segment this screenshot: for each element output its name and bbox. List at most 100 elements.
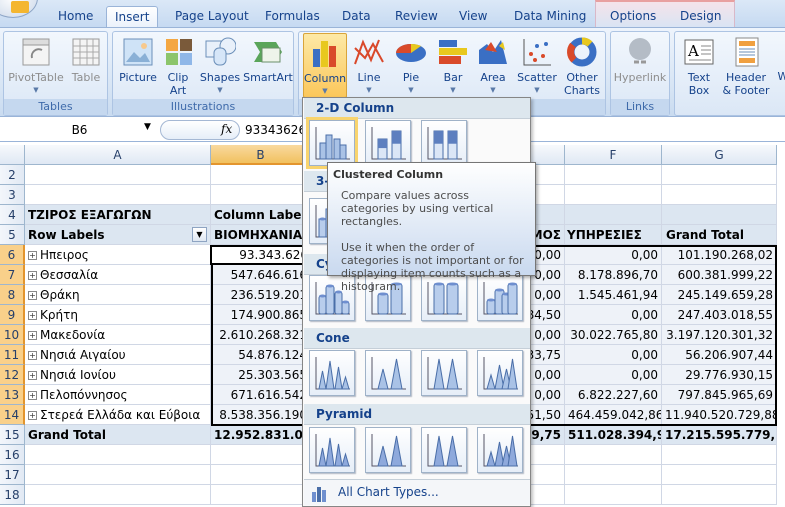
tab-design[interactable]: Design — [672, 6, 729, 28]
row-labels-filter-dropdown[interactable]: ▼ — [192, 227, 207, 242]
tab-data-mining[interactable]: Data Mining — [506, 6, 594, 28]
office-button[interactable] — [0, 0, 38, 18]
cell-g[interactable] — [662, 485, 777, 505]
cell-a[interactable]: + Πελοπόννησος — [25, 385, 211, 405]
chart-type-bar-2[interactable] — [365, 120, 411, 166]
cell-b[interactable] — [211, 185, 311, 205]
row-header[interactable]: 7 — [0, 265, 25, 285]
cell-g[interactable]: 17.215.595.779,55 — [662, 425, 777, 445]
cell-a[interactable] — [25, 465, 211, 485]
row-header[interactable]: 12 — [0, 365, 25, 385]
active-cell-b6[interactable]: 93.343.626 — [210, 245, 311, 265]
cell-f[interactable] — [565, 165, 662, 185]
clip-art-button[interactable]: Clip Art — [163, 36, 193, 101]
chart-type-cone-3[interactable] — [421, 350, 467, 396]
column-header-b[interactable]: B — [211, 145, 311, 165]
cell-g[interactable] — [662, 185, 777, 205]
chart-type-pyr-1[interactable] — [309, 427, 355, 473]
cell-b[interactable]: Column Labels — [211, 205, 311, 225]
expand-icon[interactable]: + — [28, 391, 37, 400]
row-header[interactable]: 5 — [0, 225, 25, 245]
tab-review[interactable]: Review — [387, 6, 446, 28]
cell-a[interactable]: + Κρήτη — [25, 305, 211, 325]
cell-b[interactable]: ΒΙΟΜΗΧΑΝΙΑ — [211, 225, 311, 245]
column-header-f[interactable]: F — [565, 145, 662, 165]
row-header[interactable]: 10 — [0, 325, 25, 345]
chart-type-pyr-4[interactable] — [477, 427, 523, 473]
expand-icon[interactable]: + — [28, 351, 37, 360]
cell-g[interactable] — [662, 465, 777, 485]
shapes-button[interactable]: Shapes ▼ — [199, 36, 241, 101]
cell-b[interactable] — [211, 445, 311, 465]
tab-options[interactable]: Options — [602, 6, 664, 28]
row-header[interactable]: 15 — [0, 425, 25, 445]
tab-view[interactable]: View — [451, 6, 495, 28]
cell-a[interactable]: + Θεσσαλία — [25, 265, 211, 285]
formula-input[interactable]: 93343626 — [245, 121, 306, 139]
insert-function-button[interactable]: fx — [221, 122, 232, 136]
row-header[interactable]: 4 — [0, 205, 25, 225]
expand-icon[interactable]: + — [28, 331, 37, 340]
expand-icon[interactable]: + — [28, 411, 37, 420]
cell-f[interactable] — [565, 205, 662, 225]
column-header-g[interactable]: G — [662, 145, 777, 165]
cell-b[interactable] — [211, 485, 311, 505]
cell-a[interactable]: + Μακεδονία — [25, 325, 211, 345]
chart-type-cone-4[interactable] — [477, 350, 523, 396]
row-header[interactable]: 9 — [0, 305, 25, 325]
cell-a[interactable]: + Ηπειρος — [25, 245, 211, 265]
column-header-a[interactable]: A — [25, 145, 211, 165]
expand-icon[interactable]: + — [28, 291, 37, 300]
cell-f[interactable] — [565, 445, 662, 465]
scatter-chart-button[interactable]: Scatter ▼ — [515, 36, 559, 101]
cell-f[interactable]: 511.028.394,90 — [565, 425, 662, 445]
row-header[interactable]: 13 — [0, 385, 25, 405]
cell-f[interactable] — [565, 485, 662, 505]
name-box-dropdown-icon[interactable]: ▼ — [144, 122, 151, 132]
row-header[interactable]: 8 — [0, 285, 25, 305]
pie-chart-button[interactable]: Pie ▼ — [393, 36, 429, 101]
other-charts-button[interactable]: Other Charts ▼ — [561, 36, 603, 109]
cell-a[interactable] — [25, 445, 211, 465]
expand-icon[interactable]: + — [28, 371, 37, 380]
select-all-button[interactable] — [0, 145, 25, 165]
cell-a[interactable] — [25, 165, 211, 185]
table-button[interactable]: Table — [68, 36, 104, 101]
row-header[interactable]: 17 — [0, 465, 25, 485]
expand-icon[interactable]: + — [28, 311, 37, 320]
cell-a[interactable]: + Θράκη — [25, 285, 211, 305]
cell-a[interactable]: Grand Total — [25, 425, 211, 445]
cell-f[interactable] — [565, 185, 662, 205]
name-box[interactable]: B6 — [2, 121, 157, 139]
all-chart-types-item[interactable]: All Chart Types... — [304, 479, 530, 505]
cell-g[interactable] — [662, 205, 777, 225]
row-header[interactable]: 2 — [0, 165, 25, 185]
row-header[interactable]: 3 — [0, 185, 25, 205]
chart-type-pyr-2[interactable] — [365, 427, 411, 473]
cell-f[interactable] — [565, 465, 662, 485]
row-header[interactable]: 14 — [0, 405, 25, 425]
chart-type-cone-1[interactable] — [309, 350, 355, 396]
smartart-button[interactable]: SmartArt — [243, 36, 293, 101]
cell-b[interactable] — [211, 465, 311, 485]
hyperlink-button[interactable]: Hyperlink — [613, 36, 667, 101]
chart-type-cone-2[interactable] — [365, 350, 411, 396]
tab-formulas[interactable]: Formulas — [257, 6, 328, 28]
tab-data[interactable]: Data — [334, 6, 379, 28]
cell-a[interactable]: + Νησιά Ιονίου — [25, 365, 211, 385]
chart-type-bar-3[interactable] — [421, 120, 467, 166]
tab-insert[interactable]: Insert — [106, 6, 159, 28]
cell-a[interactable] — [25, 185, 211, 205]
expand-icon[interactable]: + — [28, 251, 37, 260]
cell-f[interactable]: ΥΠΗΡΕΣΙΕΣ — [565, 225, 662, 245]
text-box-button[interactable]: A Text Box — [679, 36, 719, 101]
area-chart-button[interactable]: Area ▼ — [475, 36, 511, 101]
cell-a[interactable]: + Νησιά Αιγαίου — [25, 345, 211, 365]
cell-g[interactable] — [662, 165, 777, 185]
column-chart-button[interactable]: Column ▼ — [303, 33, 347, 98]
row-header[interactable]: 11 — [0, 345, 25, 365]
header-footer-button[interactable]: Header & Footer — [721, 36, 771, 101]
cell-g[interactable] — [662, 445, 777, 465]
row-header[interactable]: 16 — [0, 445, 25, 465]
row-header[interactable]: 18 — [0, 485, 25, 505]
